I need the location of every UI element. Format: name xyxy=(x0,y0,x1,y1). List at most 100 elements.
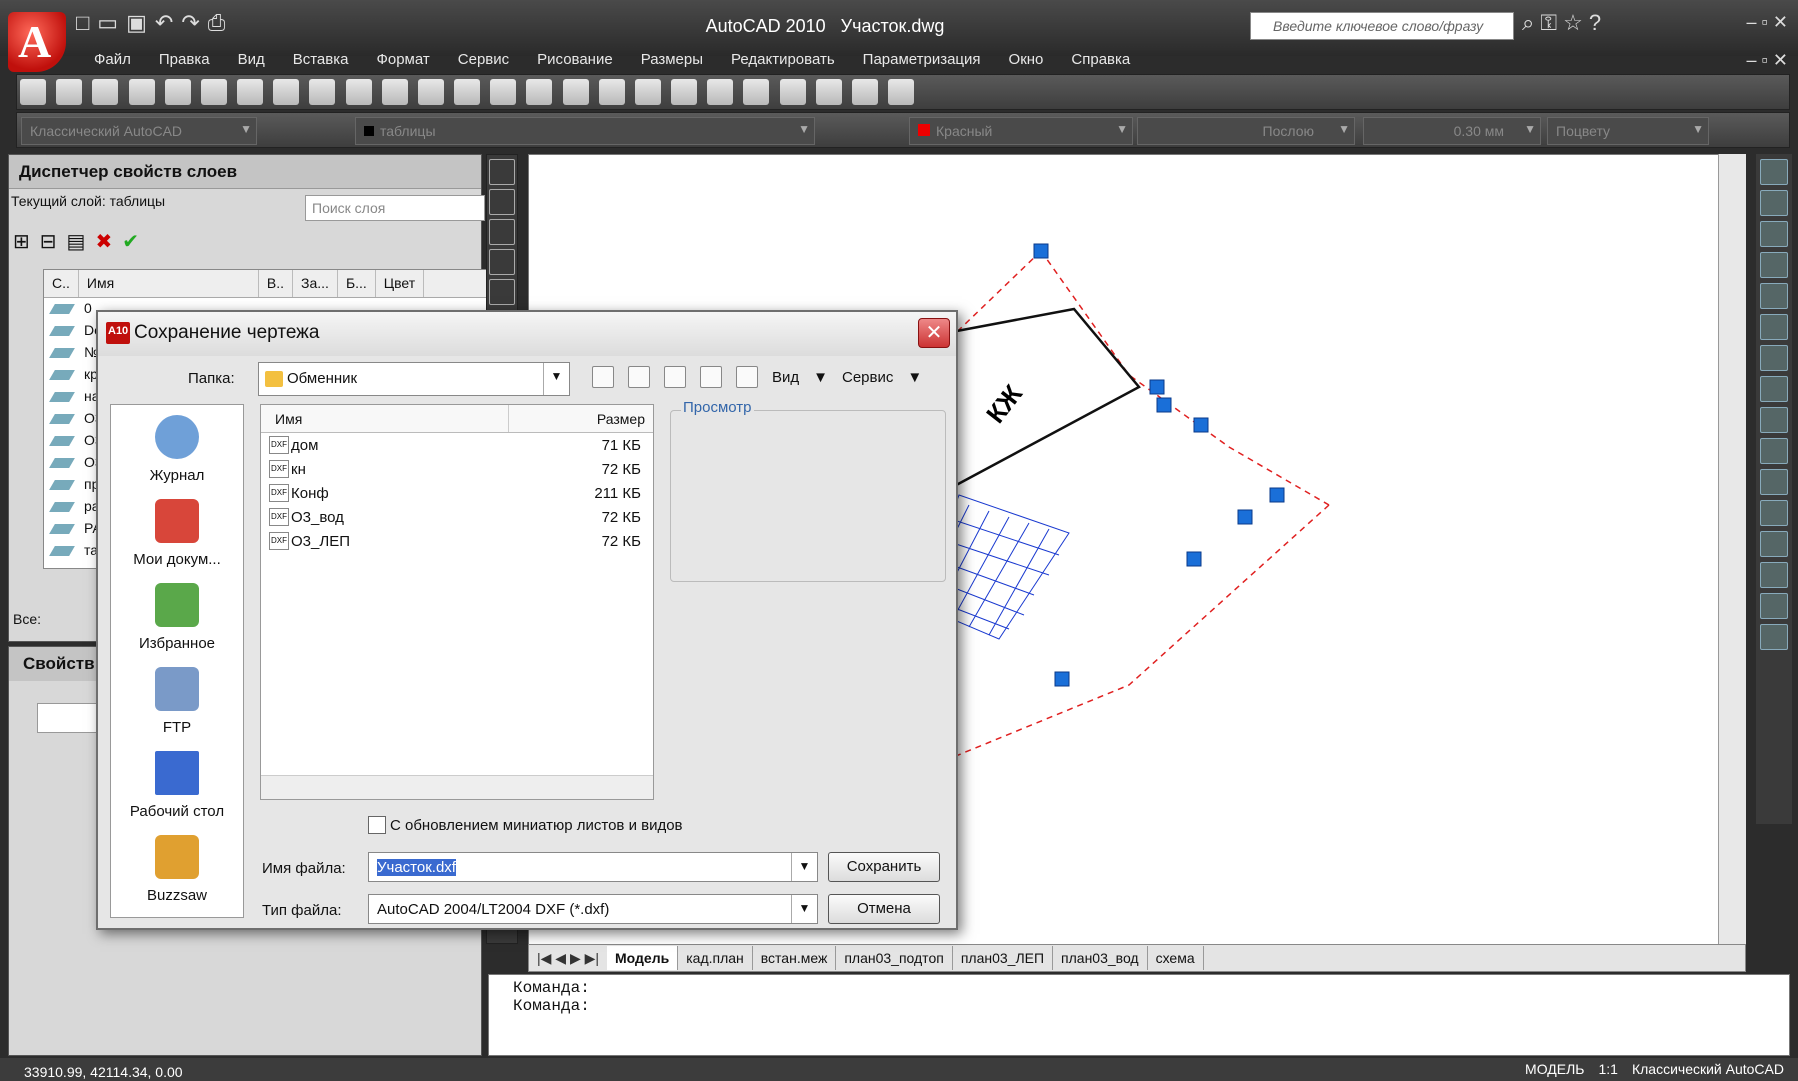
chevron-down-icon[interactable]: ▼ xyxy=(907,369,922,386)
file-row[interactable]: DXF О3_ЛЕП 72 КБ xyxy=(261,529,653,553)
menu-modify[interactable]: Редактировать xyxy=(717,48,849,71)
file-row[interactable]: DXF Конф 211 КБ xyxy=(261,481,653,505)
tab-layout[interactable]: встан.меж xyxy=(753,946,837,970)
markup-icon[interactable] xyxy=(815,79,842,105)
delete-layer-icon[interactable]: ✖ xyxy=(95,229,112,254)
save-icon[interactable]: ▣ xyxy=(126,10,147,36)
polygon-icon[interactable] xyxy=(489,249,515,275)
grip[interactable] xyxy=(1237,509,1253,525)
new-layer-icon[interactable]: ⊞ xyxy=(13,229,30,254)
extend-icon[interactable] xyxy=(1760,469,1788,495)
zoom-previous-icon[interactable] xyxy=(634,79,661,105)
layer-filter-label[interactable]: Все: xyxy=(13,611,41,627)
fillet-icon[interactable] xyxy=(1760,593,1788,619)
erase-icon[interactable] xyxy=(1760,159,1788,185)
col-status[interactable]: С.. xyxy=(44,270,79,297)
copy-object-icon[interactable] xyxy=(1760,190,1788,216)
chevron-down-icon[interactable]: ▼ xyxy=(791,895,817,923)
help-icon[interactable]: ? xyxy=(1589,10,1601,36)
file-row[interactable]: DXF О3_вод 72 КБ xyxy=(261,505,653,529)
help-search-input[interactable]: Введите ключевое слово/фразу xyxy=(1250,12,1514,40)
col-on[interactable]: В.. xyxy=(259,270,294,297)
tab-model[interactable]: Модель xyxy=(607,946,679,970)
lineweight-combo[interactable]: 0.30 мм ▼ xyxy=(1363,117,1541,145)
close-icon[interactable]: ✕ xyxy=(1773,12,1788,32)
checkbox-box[interactable] xyxy=(368,816,386,834)
grip[interactable] xyxy=(1033,243,1049,259)
size-column-header[interactable]: Размер xyxy=(509,405,653,432)
name-column-header[interactable]: Имя xyxy=(261,405,509,432)
menu-insert[interactable]: Вставка xyxy=(279,48,363,71)
menu-help[interactable]: Справка xyxy=(1057,48,1144,71)
menu-edit[interactable]: Правка xyxy=(145,48,224,71)
file-row[interactable]: DXF дом 71 КБ xyxy=(261,433,653,457)
layer-states-icon[interactable]: ⊟ xyxy=(40,229,57,254)
undo-icon[interactable] xyxy=(454,79,481,105)
calculator-icon[interactable] xyxy=(851,79,878,105)
open-file-icon[interactable]: ▭ xyxy=(97,10,118,36)
copy-icon[interactable] xyxy=(345,79,372,105)
array-icon[interactable] xyxy=(1760,283,1788,309)
col-name[interactable]: Имя xyxy=(79,270,259,297)
plotstyle-combo[interactable]: Поцвету ▼ xyxy=(1547,117,1709,145)
back-icon[interactable] xyxy=(592,366,614,388)
break-icon[interactable] xyxy=(1760,500,1788,526)
filename-input[interactable]: Участок.dxf ▼ xyxy=(368,852,818,882)
place-my-documents[interactable]: Мои докум... xyxy=(111,489,243,573)
stretch-icon[interactable] xyxy=(1760,407,1788,433)
cut-icon[interactable] xyxy=(309,79,336,105)
grip[interactable] xyxy=(1054,671,1070,687)
3d-dwf-icon[interactable] xyxy=(237,79,264,105)
binoculars-icon[interactable]: ⌕ xyxy=(1522,10,1534,36)
grip[interactable] xyxy=(1269,487,1285,503)
linetype-combo[interactable]: Послою ▼ xyxy=(1137,117,1355,145)
file-list-horizontal-scrollbar[interactable] xyxy=(261,775,653,799)
menu-format[interactable]: Формат xyxy=(362,48,443,71)
canvas-vertical-scrollbar[interactable] xyxy=(1718,154,1746,948)
grip[interactable] xyxy=(1156,397,1172,413)
save-button[interactable]: Сохранить xyxy=(828,852,940,882)
key-icon[interactable]: ⚿ xyxy=(1540,10,1557,36)
design-center-icon[interactable] xyxy=(707,79,734,105)
line-tool-icon[interactable] xyxy=(489,159,515,185)
zoom-window-icon[interactable] xyxy=(598,79,625,105)
place-history[interactable]: Журнал xyxy=(111,405,243,489)
pan-icon[interactable] xyxy=(526,79,553,105)
chevron-down-icon[interactable]: ▼ xyxy=(813,369,828,386)
cancel-button[interactable]: Отмена xyxy=(828,894,940,924)
place-favorites[interactable]: Избранное xyxy=(111,573,243,657)
col-freeze[interactable]: За... xyxy=(293,270,338,297)
tab-layout[interactable]: кад.план xyxy=(678,946,753,970)
tools-menu[interactable]: Сервис xyxy=(842,369,893,386)
construction-line-icon[interactable] xyxy=(489,189,515,215)
annotation-scale[interactable]: 1:1 xyxy=(1599,1061,1618,1077)
search-web-icon[interactable] xyxy=(664,366,686,388)
new-file-icon[interactable]: □ xyxy=(76,10,89,36)
properties-icon[interactable] xyxy=(671,79,698,105)
join-icon[interactable] xyxy=(1760,531,1788,557)
polyline-icon[interactable] xyxy=(489,219,515,245)
preview-icon[interactable] xyxy=(164,79,191,105)
rotate-icon[interactable] xyxy=(1760,345,1788,371)
paste-icon[interactable] xyxy=(381,79,408,105)
grip[interactable] xyxy=(1149,379,1165,395)
menu-tools[interactable]: Сервис xyxy=(444,48,523,71)
zoom-icon[interactable] xyxy=(562,79,589,105)
place-buzzsaw[interactable]: Buzzsaw xyxy=(111,825,243,909)
chevron-down-icon[interactable]: ▼ xyxy=(791,853,817,881)
layer-combo[interactable]: таблицы ▼ xyxy=(355,117,815,145)
mirror-icon[interactable] xyxy=(1760,221,1788,247)
undo-icon[interactable]: ↶ xyxy=(155,10,173,36)
new-folder-icon[interactable] xyxy=(736,366,758,388)
set-current-icon[interactable]: ✔ xyxy=(122,229,139,254)
application-menu-button[interactable]: A xyxy=(8,12,66,72)
chevron-down-icon[interactable]: ▼ xyxy=(543,363,569,395)
doc-close-icon[interactable]: ✕ xyxy=(1773,50,1788,70)
new-icon[interactable] xyxy=(20,79,46,105)
tab-layout[interactable]: схема xyxy=(1148,946,1204,970)
publish-icon[interactable] xyxy=(200,79,227,105)
menu-draw[interactable]: Рисование xyxy=(523,48,627,71)
star-icon[interactable]: ☆ xyxy=(1563,10,1583,36)
place-ftp[interactable]: FTP xyxy=(111,657,243,741)
menu-parametric[interactable]: Параметризация xyxy=(849,48,995,71)
